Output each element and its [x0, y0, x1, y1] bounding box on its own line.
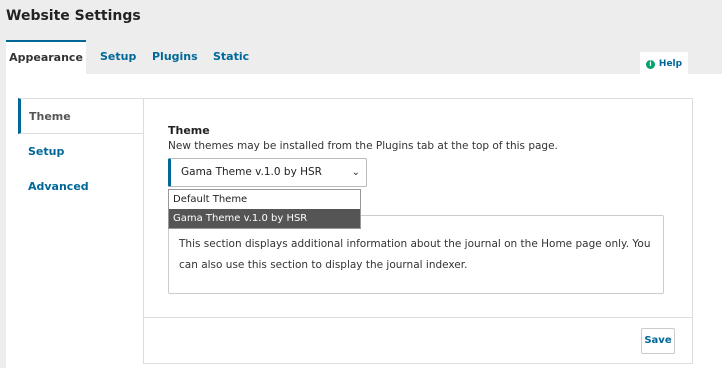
form-footer: Save — [144, 317, 692, 363]
chevron-down-icon: ⌄ — [351, 167, 360, 178]
tab-plugins[interactable]: Plugins — [152, 40, 198, 74]
theme-content: Theme New themes may be installed from t… — [143, 98, 693, 364]
theme-select-value: Gama Theme v.1.0 by HSR — [181, 166, 322, 178]
side-tab-setup[interactable]: Setup — [18, 134, 144, 170]
theme-option[interactable]: Gama Theme v.1.0 by HSR — [169, 209, 360, 228]
help-button[interactable]: i Help — [640, 52, 688, 76]
settings-panel: Theme Setup Advanced Theme New themes ma… — [6, 74, 722, 368]
theme-select[interactable]: Gama Theme v.1.0 by HSR ⌄ — [168, 158, 367, 187]
info-icon: i — [645, 59, 655, 69]
tab-setup[interactable]: Setup — [100, 40, 136, 74]
page-title: Website Settings — [6, 8, 141, 24]
save-button[interactable]: Save — [641, 328, 675, 354]
theme-description: New themes may be installed from the Plu… — [168, 140, 558, 152]
side-tab-theme[interactable]: Theme — [18, 98, 144, 134]
side-tab-advanced[interactable]: Advanced — [18, 169, 144, 205]
theme-dropdown: Default Theme Gama Theme v.1.0 by HSR — [168, 189, 361, 229]
tab-appearance[interactable]: Appearance — [6, 40, 86, 74]
help-label: Help — [658, 59, 683, 69]
theme-label: Theme — [168, 124, 210, 137]
theme-option[interactable]: Default Theme — [169, 190, 360, 209]
tab-static-pages[interactable]: Static Pages — [213, 40, 250, 97]
